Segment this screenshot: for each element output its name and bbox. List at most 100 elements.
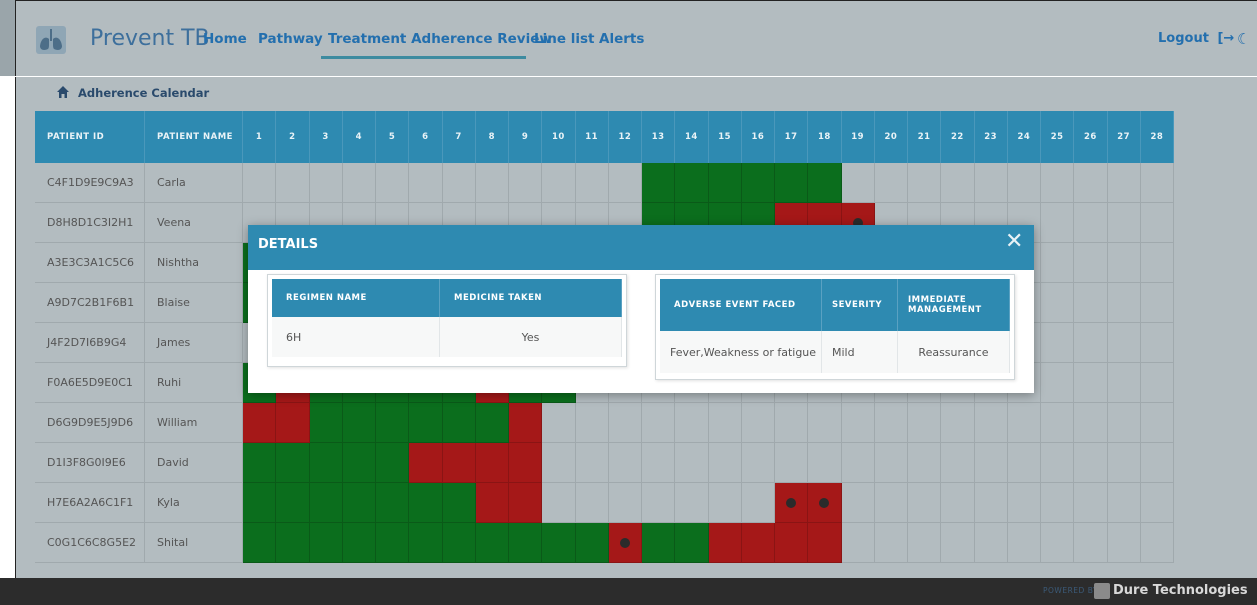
day-cell-missed[interactable]	[509, 403, 543, 443]
day-cell-empty[interactable]	[575, 163, 609, 203]
day-cell-missed[interactable]	[442, 443, 476, 483]
day-cell-taken[interactable]	[309, 523, 343, 563]
day-cell-empty[interactable]	[608, 443, 642, 483]
day-cell-empty[interactable]	[342, 163, 376, 203]
day-cell-empty[interactable]	[808, 403, 842, 443]
day-cell-empty[interactable]	[1107, 283, 1141, 323]
day-cell-taken[interactable]	[741, 163, 775, 203]
day-cell-empty[interactable]	[1074, 203, 1108, 243]
day-cell-empty[interactable]	[376, 163, 410, 203]
day-cell-empty[interactable]	[1140, 523, 1174, 563]
day-cell-empty[interactable]	[542, 403, 576, 443]
patient-id-cell[interactable]: D6G9D9E5J9D6	[35, 403, 145, 443]
day-cell-missed[interactable]	[775, 523, 809, 563]
day-cell-empty[interactable]	[1041, 323, 1075, 363]
day-cell-empty[interactable]	[741, 403, 775, 443]
day-cell-empty[interactable]	[941, 403, 975, 443]
nav-alerts[interactable]: Alerts	[599, 31, 644, 47]
day-cell-empty[interactable]	[675, 403, 709, 443]
day-cell-taken[interactable]	[409, 523, 443, 563]
day-cell-empty[interactable]	[1107, 483, 1141, 523]
lungs-logo-icon[interactable]	[36, 26, 66, 54]
patient-name-cell[interactable]: Blaise	[145, 283, 243, 323]
day-cell-empty[interactable]	[1074, 483, 1108, 523]
day-cell-empty[interactable]	[409, 163, 443, 203]
day-cell-empty[interactable]	[708, 403, 742, 443]
day-cell-missed[interactable]	[509, 443, 543, 483]
day-cell-empty[interactable]	[741, 443, 775, 483]
day-cell-empty[interactable]	[974, 443, 1008, 483]
day-cell-missed[interactable]	[475, 443, 509, 483]
day-cell-empty[interactable]	[1107, 163, 1141, 203]
day-cell-taken[interactable]	[442, 483, 476, 523]
day-cell-empty[interactable]	[1074, 283, 1108, 323]
patient-id-cell[interactable]: H7E6A2A6C1F1	[35, 483, 145, 523]
day-cell-empty[interactable]	[775, 403, 809, 443]
day-cell-empty[interactable]	[1140, 443, 1174, 483]
day-cell-empty[interactable]	[1007, 483, 1041, 523]
day-cell-empty[interactable]	[1074, 163, 1108, 203]
day-cell-empty[interactable]	[575, 443, 609, 483]
day-cell-empty[interactable]	[1140, 163, 1174, 203]
day-cell-empty[interactable]	[874, 483, 908, 523]
day-cell-empty[interactable]	[509, 163, 543, 203]
day-cell-taken[interactable]	[243, 443, 277, 483]
day-cell-missed[interactable]	[741, 523, 775, 563]
day-cell-taken[interactable]	[376, 523, 410, 563]
day-cell-empty[interactable]	[1007, 443, 1041, 483]
patient-id-cell[interactable]: D8H8D1C3I2H1	[35, 203, 145, 243]
day-cell-empty[interactable]	[675, 483, 709, 523]
breadcrumb-adherence-calendar[interactable]: Adherence Calendar	[78, 86, 209, 100]
day-cell-empty[interactable]	[808, 443, 842, 483]
patient-name-cell[interactable]: William	[145, 403, 243, 443]
day-cell-taken[interactable]	[376, 483, 410, 523]
day-cell-empty[interactable]	[575, 483, 609, 523]
day-cell-empty[interactable]	[608, 403, 642, 443]
day-cell-taken[interactable]	[409, 483, 443, 523]
day-cell-taken[interactable]	[309, 443, 343, 483]
day-cell-empty[interactable]	[1107, 323, 1141, 363]
day-cell-taken[interactable]	[276, 523, 310, 563]
day-cell-empty[interactable]	[708, 443, 742, 483]
patient-id-cell[interactable]: J4F2D7I6B9G4	[35, 323, 145, 363]
day-cell-empty[interactable]	[841, 523, 875, 563]
patient-name-cell[interactable]: Kyla	[145, 483, 243, 523]
day-cell-empty[interactable]	[1007, 403, 1041, 443]
day-cell-empty[interactable]	[1140, 363, 1174, 403]
day-cell-taken[interactable]	[243, 523, 277, 563]
day-cell-empty[interactable]	[675, 443, 709, 483]
day-cell-taken[interactable]	[309, 483, 343, 523]
day-cell-taken[interactable]	[808, 163, 842, 203]
day-cell-empty[interactable]	[1041, 203, 1075, 243]
close-icon[interactable]: ✕	[1005, 231, 1023, 253]
day-cell-empty[interactable]	[1074, 403, 1108, 443]
day-cell-empty[interactable]	[974, 163, 1008, 203]
day-cell-missed[interactable]	[808, 523, 842, 563]
day-cell-empty[interactable]	[1007, 163, 1041, 203]
day-cell-taken[interactable]	[475, 523, 509, 563]
day-cell-missed[interactable]	[409, 443, 443, 483]
day-cell-empty[interactable]	[941, 483, 975, 523]
day-cell-taken[interactable]	[442, 403, 476, 443]
day-cell-empty[interactable]	[708, 483, 742, 523]
day-cell-empty[interactable]	[1074, 523, 1108, 563]
day-cell-empty[interactable]	[1041, 243, 1075, 283]
day-cell-taken[interactable]	[342, 523, 376, 563]
day-cell-empty[interactable]	[1107, 243, 1141, 283]
patient-name-cell[interactable]: Carla	[145, 163, 243, 203]
patient-name-cell[interactable]: Veena	[145, 203, 243, 243]
day-cell-empty[interactable]	[1007, 523, 1041, 563]
patient-id-cell[interactable]: F0A6E5D9E0C1	[35, 363, 145, 403]
nav-line-list[interactable]: Line list	[534, 31, 594, 47]
day-cell-taken[interactable]	[276, 443, 310, 483]
patient-id-cell[interactable]: C4F1D9E9C9A3	[35, 163, 145, 203]
day-cell-empty[interactable]	[1140, 203, 1174, 243]
day-cell-taken[interactable]	[475, 403, 509, 443]
day-cell-empty[interactable]	[542, 163, 576, 203]
day-cell-empty[interactable]	[741, 483, 775, 523]
nav-pathway[interactable]: Pathway	[258, 31, 323, 47]
day-cell-taken[interactable]	[675, 523, 709, 563]
day-cell-empty[interactable]	[874, 163, 908, 203]
day-cell-empty[interactable]	[309, 163, 343, 203]
patient-name-cell[interactable]: Ruhi	[145, 363, 243, 403]
